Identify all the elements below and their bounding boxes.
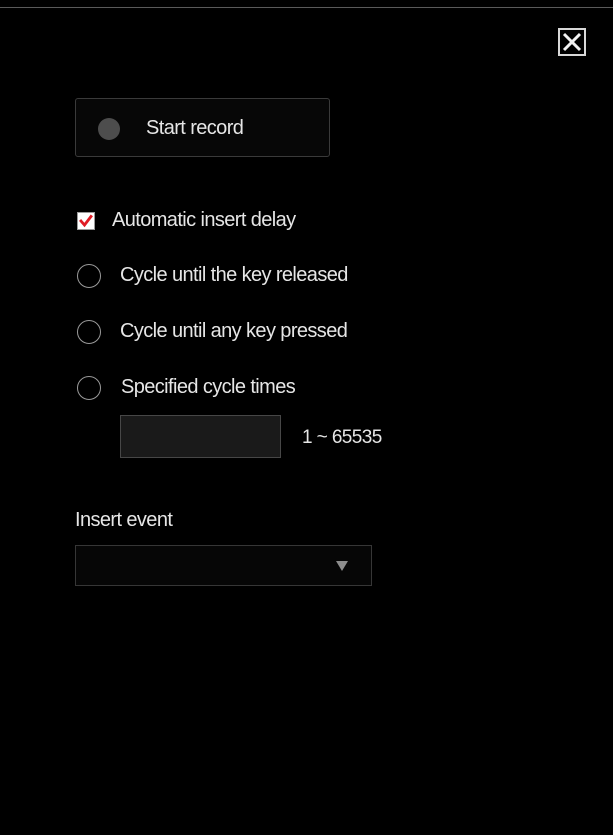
- checkbox-checked-icon: [77, 212, 95, 230]
- cycle-times-input[interactable]: [120, 415, 281, 458]
- close-icon: [558, 28, 586, 56]
- insert-event-dropdown[interactable]: [75, 545, 372, 586]
- radio-unselected-icon: [77, 264, 101, 288]
- start-record-label: Start record: [146, 117, 244, 139]
- top-divider: [0, 7, 613, 8]
- automatic-insert-delay-checkbox[interactable]: Automatic insert delay: [75, 207, 335, 237]
- cycle-until-key-released-radio[interactable]: Cycle until the key released: [75, 262, 395, 292]
- close-button[interactable]: [558, 28, 586, 56]
- specified-cycle-times-label: Specified cycle times: [121, 376, 296, 398]
- radio-unselected-icon: [77, 376, 101, 400]
- record-dot-icon: [98, 118, 120, 140]
- radio-unselected-icon: [77, 320, 101, 344]
- specified-cycle-times-radio[interactable]: Specified cycle times: [75, 374, 365, 404]
- cycle-times-range-label: 1 ~ 65535: [302, 427, 382, 448]
- cycle-until-any-key-pressed-radio[interactable]: Cycle until any key pressed: [75, 318, 395, 348]
- triangle-down-icon: [336, 561, 348, 571]
- insert-event-label: Insert event: [75, 509, 173, 531]
- start-record-button[interactable]: Start record: [75, 98, 330, 157]
- automatic-insert-delay-label: Automatic insert delay: [112, 209, 296, 231]
- cycle-until-any-key-pressed-label: Cycle until any key pressed: [120, 320, 348, 342]
- cycle-until-key-released-label: Cycle until the key released: [120, 264, 348, 286]
